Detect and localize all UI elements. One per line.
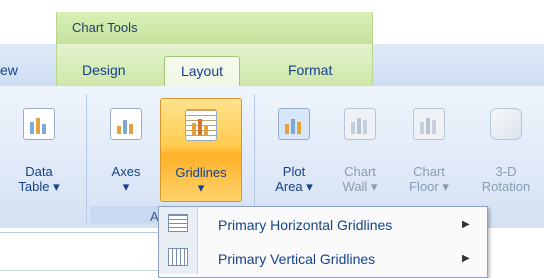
chart-wall-label: Chart	[344, 164, 376, 179]
vertical-gridlines-icon	[168, 248, 188, 266]
chart-wall-label-2: Wall ▾	[342, 179, 378, 194]
chart-floor-label: Chart	[413, 164, 445, 179]
plot-area-button[interactable]: Plot Area ▾	[262, 98, 326, 202]
axes-label: Axes	[111, 164, 141, 179]
chart-floor-icon	[413, 108, 445, 140]
3d-rotation-icon	[490, 108, 522, 140]
group-separator	[86, 94, 87, 224]
menu-item-label: Primary Vertical Gridlines	[218, 251, 376, 267]
document-divider	[0, 270, 158, 271]
3d-rotation-label: 3-D	[495, 164, 517, 179]
gridlines-dropdown-arrow: ▾	[197, 180, 205, 195]
submenu-arrow-icon: ▶	[462, 253, 470, 264]
chart-floor-button[interactable]: Chart Floor ▾	[394, 98, 464, 202]
3d-rotation-label-2: Rotation	[481, 179, 531, 194]
axes-dropdown-arrow: ▾	[122, 179, 130, 194]
plot-area-label: Plot	[282, 164, 306, 179]
gridlines-label: Gridlines	[175, 165, 227, 180]
gridlines-icon	[185, 109, 217, 141]
data-table-label: Data	[25, 164, 53, 179]
tab-view[interactable]: ew	[0, 62, 18, 78]
chart-tools-title: Chart Tools	[72, 20, 138, 35]
tab-format[interactable]: Format	[288, 62, 332, 78]
3d-rotation-button[interactable]: 3-D Rotation	[468, 98, 544, 202]
tab-design[interactable]: Design	[82, 62, 126, 78]
plot-area-icon	[278, 108, 310, 140]
data-table-icon	[23, 108, 55, 140]
horizontal-gridlines-icon	[168, 214, 188, 232]
tab-layout[interactable]: Layout	[164, 56, 240, 90]
axes-button[interactable]: Axes ▾	[96, 98, 156, 202]
chart-wall-icon	[344, 108, 376, 140]
gridlines-button[interactable]: Gridlines ▾	[160, 98, 242, 202]
data-table-label-2: Table ▾	[18, 179, 60, 194]
document-area	[0, 232, 158, 275]
submenu-arrow-icon: ▶	[462, 219, 470, 230]
chart-wall-button[interactable]: Chart Wall ▾	[330, 98, 390, 202]
menu-item-label: Primary Horizontal Gridlines	[218, 217, 393, 233]
group-separator	[254, 94, 255, 224]
axes-icon	[110, 108, 142, 140]
data-table-button[interactable]: Data Table ▾	[0, 98, 78, 202]
chart-floor-label-2: Floor ▾	[409, 179, 449, 194]
plot-area-label-2: Area ▾	[275, 179, 313, 194]
